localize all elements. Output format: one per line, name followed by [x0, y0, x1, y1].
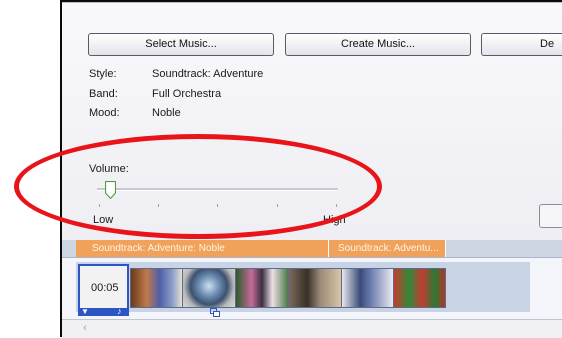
create-music-button[interactable]: Create Music...	[285, 33, 471, 56]
photo-thumbnail[interactable]	[130, 268, 184, 308]
photo-thumbnail[interactable]	[393, 268, 446, 308]
chevron-down-icon: ▼	[81, 307, 89, 316]
photo-thumbnail[interactable]	[341, 268, 395, 308]
music-clip-2-label: Soundtrack: Adventu...	[338, 243, 439, 254]
photo-thumbnail[interactable]	[235, 268, 289, 308]
third-action-button[interactable]: De	[481, 33, 562, 56]
music-clip-1-label: Soundtrack: Adventure: Noble	[92, 243, 225, 254]
horizontal-scrollbar[interactable]	[62, 319, 562, 338]
photo-thumbnail[interactable]	[288, 268, 342, 308]
band-value: Full Orchestra	[152, 88, 222, 100]
mood-value: Noble	[152, 107, 181, 119]
transition-icon[interactable]	[210, 308, 220, 317]
band-label: Band:	[89, 88, 118, 100]
select-music-button[interactable]: Select Music...	[88, 33, 274, 56]
annotation-circle	[14, 134, 382, 239]
style-label: Style:	[89, 68, 117, 80]
scroll-left-icon[interactable]: ‹	[78, 321, 92, 335]
style-value: Soundtrack: Adventure	[152, 68, 264, 80]
photo-thumbnail[interactable]	[182, 268, 236, 308]
music-note-icon: ♪	[117, 306, 122, 316]
side-button[interactable]	[539, 204, 562, 228]
selected-time-label: 00:05	[91, 282, 119, 294]
mood-label: Mood:	[89, 107, 120, 119]
